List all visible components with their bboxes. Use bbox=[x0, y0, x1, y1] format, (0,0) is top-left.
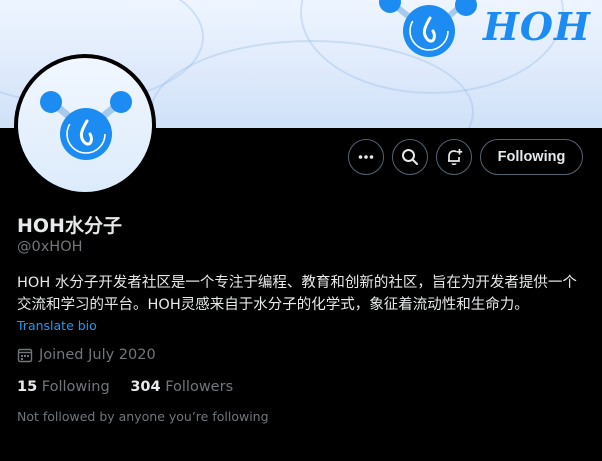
followers-link[interactable]: 304 Followers bbox=[130, 379, 233, 395]
search-button[interactable] bbox=[392, 139, 428, 175]
avatar-image bbox=[18, 58, 152, 192]
more-icon bbox=[358, 155, 374, 159]
notifications-button[interactable] bbox=[436, 139, 472, 175]
followers-label: Followers bbox=[165, 379, 234, 395]
following-link[interactable]: 15 Following bbox=[17, 379, 110, 395]
avatar[interactable] bbox=[14, 54, 156, 196]
translate-bio-link[interactable]: Translate bio bbox=[17, 318, 97, 333]
not-followed-text: Not followed by anyone you’re following bbox=[17, 409, 269, 424]
calendar-icon bbox=[17, 348, 33, 363]
following-count: 15 bbox=[17, 379, 38, 395]
following-label: Following bbox=[41, 379, 110, 395]
display-name: HOH水分子 bbox=[17, 215, 122, 237]
joined-label: Joined July 2020 bbox=[39, 347, 156, 363]
banner-logo-text: HOH bbox=[483, 4, 591, 49]
more-button[interactable] bbox=[348, 139, 384, 175]
hoh-logo-icon bbox=[40, 91, 132, 160]
bell-plus-icon bbox=[448, 149, 463, 166]
joined-date: Joined July 2020 bbox=[17, 347, 156, 363]
handle: @0xHOH bbox=[17, 239, 83, 255]
banner-logo-icon bbox=[379, 0, 477, 57]
following-button[interactable]: Following bbox=[480, 139, 583, 175]
followers-count: 304 bbox=[130, 379, 161, 395]
follow-stats: 15 Following 304 Followers bbox=[17, 379, 249, 395]
search-icon bbox=[402, 149, 418, 165]
bio: HOH 水分子开发者社区是一个专注于编程、教育和创新的社区，旨在为开发者提供一个… bbox=[17, 275, 577, 313]
